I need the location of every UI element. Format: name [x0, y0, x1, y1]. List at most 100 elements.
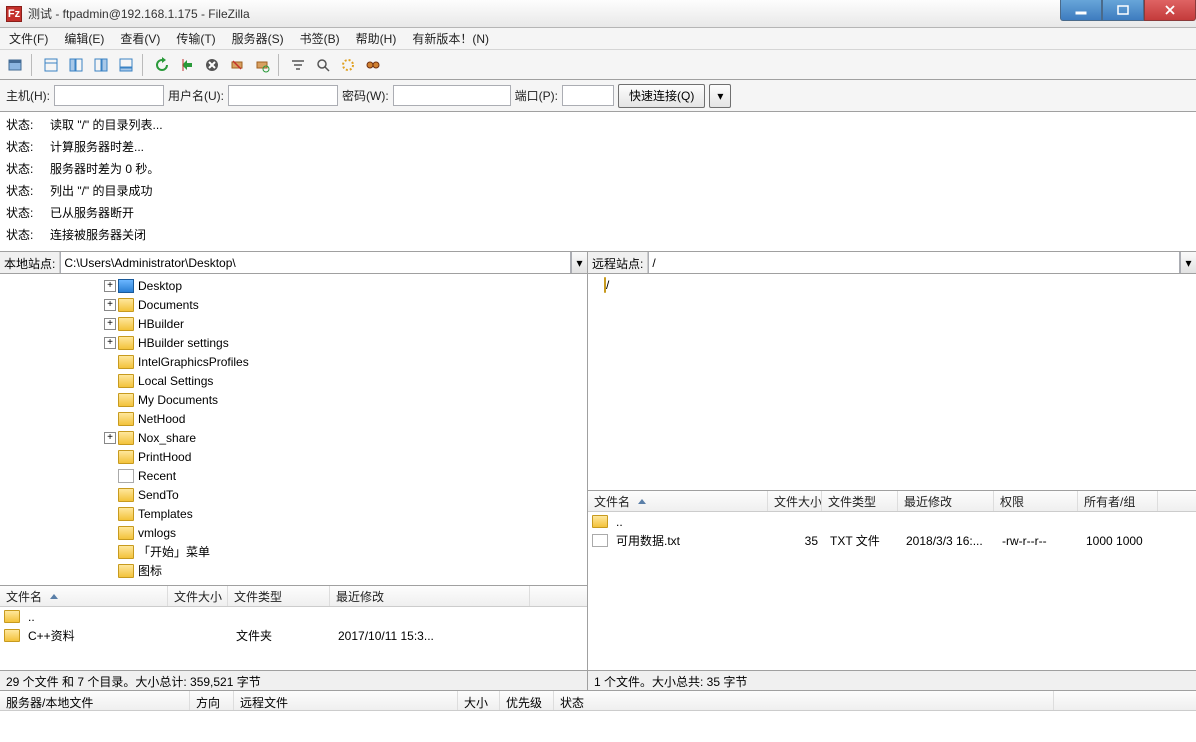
folder-icon	[118, 298, 134, 312]
tree-expander[interactable]: +	[104, 280, 116, 292]
local-path-dropdown[interactable]: ▾	[571, 252, 587, 273]
tree-node[interactable]: IntelGraphicsProfiles	[138, 355, 249, 369]
remote-file-list[interactable]: ..可用数据.txt35TXT 文件2018/3/3 16:...-rw-r--…	[588, 512, 1196, 670]
column-header[interactable]: 文件类型	[822, 491, 898, 511]
menu-item[interactable]: 书签(B)	[295, 28, 345, 49]
file-icon	[592, 534, 608, 547]
tree-node[interactable]: Local Settings	[138, 374, 213, 388]
local-list-header[interactable]: 文件名文件大小文件类型最近修改	[0, 586, 587, 607]
column-header[interactable]: 服务器/本地文件	[0, 691, 190, 710]
column-header[interactable]: 优先级	[500, 691, 554, 710]
maximize-button[interactable]	[1102, 0, 1144, 21]
tree-node[interactable]: Recent	[138, 469, 176, 483]
tree-node[interactable]: My Documents	[138, 393, 218, 407]
file-row[interactable]: ..	[0, 607, 587, 626]
title-bar: Fz 测试 - ftpadmin@192.168.1.175 - FileZil…	[0, 0, 1196, 28]
remote-file-list-panel: 文件名文件大小文件类型最近修改权限所有者/组 ..可用数据.txt35TXT 文…	[588, 491, 1196, 671]
column-header[interactable]: 所有者/组	[1078, 491, 1158, 511]
site-manager-icon[interactable]	[4, 54, 26, 76]
app-icon: Fz	[6, 6, 22, 22]
column-header[interactable]: 状态	[554, 691, 1054, 710]
remote-list-header[interactable]: 文件名文件大小文件类型最近修改权限所有者/组	[588, 491, 1196, 512]
column-header[interactable]: 最近修改	[330, 586, 530, 606]
tree-expander[interactable]: +	[104, 432, 116, 444]
local-file-list-panel: 文件名文件大小文件类型最近修改 ..C++资料文件夹2017/10/11 15:…	[0, 586, 587, 671]
transfer-queue-header[interactable]: 服务器/本地文件方向远程文件大小优先级状态	[0, 690, 1196, 711]
column-header[interactable]: 文件类型	[228, 586, 330, 606]
compare-icon[interactable]	[337, 54, 359, 76]
message-log: 状态:读取 "/" 的目录列表...状态:计算服务器时差...状态:服务器时差为…	[0, 112, 1196, 252]
quick-connect-dropdown[interactable]: ▾	[709, 84, 731, 108]
tree-expander	[104, 489, 116, 501]
cancel-icon[interactable]	[201, 54, 223, 76]
toggle-local-tree-icon[interactable]	[65, 54, 87, 76]
column-header[interactable]: 方向	[190, 691, 234, 710]
tree-expander[interactable]: +	[104, 318, 116, 330]
local-directory-tree[interactable]: + Desktop + Documents + HBuilder + HBuilder set…	[0, 274, 587, 586]
tree-node[interactable]: Documents	[138, 298, 199, 312]
window-controls	[1060, 0, 1196, 21]
tree-node[interactable]: Templates	[138, 507, 193, 521]
column-header[interactable]: 文件大小	[168, 586, 228, 606]
remote-root-node[interactable]: /	[606, 278, 609, 292]
minimize-button[interactable]	[1060, 0, 1102, 21]
tree-node[interactable]: SendTo	[138, 488, 179, 502]
column-header[interactable]: 大小	[458, 691, 500, 710]
folder-icon	[118, 336, 134, 350]
tree-node[interactable]: Nox_share	[138, 431, 196, 445]
tree-node[interactable]: HBuilder	[138, 317, 184, 331]
menu-item[interactable]: 文件(F)	[4, 28, 53, 49]
close-button[interactable]	[1144, 0, 1196, 21]
quick-connect-button[interactable]: 快速连接(Q)	[618, 84, 705, 108]
tree-node[interactable]: vmlogs	[138, 526, 176, 540]
tree-expander	[104, 470, 116, 482]
tree-node[interactable]: HBuilder settings	[138, 336, 229, 350]
window-title: 测试 - ftpadmin@192.168.1.175 - FileZilla	[28, 5, 250, 22]
toggle-queue-icon[interactable]	[115, 54, 137, 76]
local-file-list[interactable]: ..C++资料文件夹2017/10/11 15:3...	[0, 607, 587, 670]
process-queue-icon[interactable]	[176, 54, 198, 76]
column-header[interactable]: 远程文件	[234, 691, 458, 710]
menu-item[interactable]: 有新版本！(N)	[407, 28, 494, 49]
file-row[interactable]: 可用数据.txt35TXT 文件2018/3/3 16:...-rw-r--r-…	[588, 531, 1196, 550]
menu-item[interactable]: 帮助(H)	[351, 28, 402, 49]
remote-directory-tree[interactable]: /	[588, 274, 1196, 491]
tree-expander	[104, 546, 116, 558]
host-input[interactable]	[54, 85, 164, 106]
local-path-input[interactable]	[60, 252, 571, 273]
tree-node[interactable]: NetHood	[138, 412, 185, 426]
tree-node[interactable]: 「开始」菜单	[138, 543, 210, 560]
column-header[interactable]: 文件名	[588, 491, 768, 511]
remote-path-dropdown[interactable]: ▾	[1180, 252, 1196, 273]
folder-icon	[118, 488, 134, 502]
column-header[interactable]: 文件大小	[768, 491, 822, 511]
tree-node[interactable]: 图标	[138, 562, 162, 579]
tree-node[interactable]: PrintHood	[138, 450, 191, 464]
column-header[interactable]: 最近修改	[898, 491, 994, 511]
tree-expander[interactable]: +	[104, 337, 116, 349]
filter-icon[interactable]	[287, 54, 309, 76]
menu-item[interactable]: 编辑(E)	[59, 28, 109, 49]
port-input[interactable]	[562, 85, 614, 106]
toggle-log-icon[interactable]	[40, 54, 62, 76]
column-header[interactable]: 文件名	[0, 586, 168, 606]
refresh-icon[interactable]	[151, 54, 173, 76]
binoculars-icon[interactable]	[362, 54, 384, 76]
tree-expander[interactable]: +	[104, 299, 116, 311]
username-input[interactable]	[228, 85, 338, 106]
tree-node[interactable]: Desktop	[138, 279, 182, 293]
file-row[interactable]: C++资料文件夹2017/10/11 15:3...	[0, 626, 587, 645]
toggle-remote-tree-icon[interactable]	[90, 54, 112, 76]
remote-status: 1 个文件。大小总共: 35 字节	[588, 671, 1196, 690]
disconnect-icon[interactable]	[226, 54, 248, 76]
column-header[interactable]: 权限	[994, 491, 1078, 511]
menu-item[interactable]: 查看(V)	[115, 28, 165, 49]
menu-item[interactable]: 传输(T)	[171, 28, 220, 49]
remote-path-input[interactable]	[648, 252, 1180, 273]
search-icon[interactable]	[312, 54, 334, 76]
file-row[interactable]: ..	[588, 512, 1196, 531]
log-label: 状态:	[6, 180, 36, 202]
menu-item[interactable]: 服务器(S)	[227, 28, 289, 49]
reconnect-icon[interactable]	[251, 54, 273, 76]
password-input[interactable]	[393, 85, 511, 106]
